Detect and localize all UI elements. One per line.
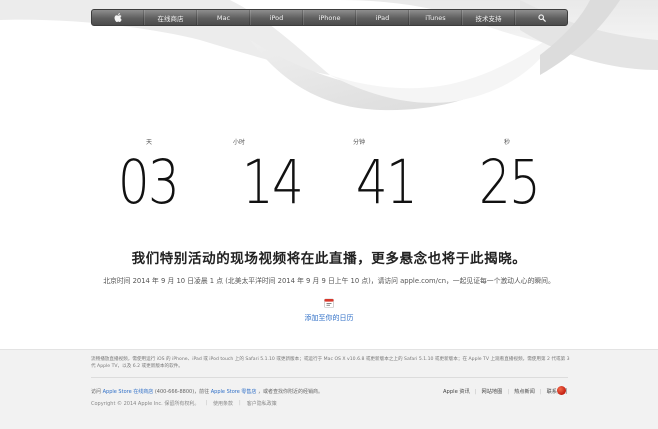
nav-ipad[interactable]: iPad xyxy=(356,10,409,25)
footer-link-sitemap[interactable]: 网站地图 xyxy=(482,388,503,395)
footer-separator: | xyxy=(539,388,542,395)
countdown-timer: 天 03 小时 14 分钟 41 秒 25 xyxy=(0,138,658,228)
footer-prefix: 访问 xyxy=(91,389,102,395)
footer-separator: | xyxy=(474,388,477,395)
add-to-calendar-link[interactable]: 添加至你的日历 xyxy=(0,313,658,323)
footer-suffix: ，或者查找你附近的经销商。 xyxy=(258,389,324,395)
countdown-minutes: 分钟 41 xyxy=(345,138,427,218)
footer-link-news[interactable]: Apple 资讯 xyxy=(443,388,470,395)
nav-ipod[interactable]: iPod xyxy=(250,10,303,25)
countdown-minutes-value: 41 xyxy=(355,147,418,218)
global-nav: 在线商店 Mac iPod iPhone iPad iTunes 技术支持 xyxy=(91,9,568,26)
footer-link-hot-news[interactable]: 热点新闻 xyxy=(514,388,535,395)
footer-privacy-link[interactable]: 客户隐私政策 xyxy=(247,400,277,407)
countdown-hours-value: 14 xyxy=(241,147,304,218)
footer-separator: | xyxy=(205,400,208,406)
nav-support[interactable]: 技术支持 xyxy=(462,10,515,25)
calendar-icon[interactable] xyxy=(324,298,334,308)
footer-terms-link[interactable]: 使用条款 xyxy=(213,400,233,407)
countdown-days-value: 03 xyxy=(117,147,180,218)
nav-itunes[interactable]: iTunes xyxy=(409,10,462,25)
countdown-hours: 小时 14 xyxy=(231,138,313,218)
countdown-seconds-value: 25 xyxy=(478,147,541,218)
event-headline: 我们特别活动的现场视频将在此直播，更多悬念也将于此揭晓。 xyxy=(131,251,527,267)
footer-retail-link[interactable]: Apple Store 零售店 xyxy=(211,389,257,395)
footer: 流畅播放直播视频，需使用运行 iOS 的 iPhone、iPad 或 iPod … xyxy=(0,349,658,429)
footer-divider xyxy=(91,377,568,378)
nav-iphone[interactable]: iPhone xyxy=(303,10,356,25)
footer-store-link[interactable]: Apple Store 在线商店 xyxy=(103,389,154,395)
apple-logo-icon xyxy=(114,13,122,22)
countdown-days: 天 03 xyxy=(107,138,189,218)
nav-store[interactable]: 在线商店 xyxy=(144,10,197,25)
footer-legal: Copyright © 2014 Apple Inc. 保留所有权利。 | 使用… xyxy=(91,400,277,407)
footer-separator: | xyxy=(239,400,241,406)
nav-apple-logo[interactable] xyxy=(92,10,144,25)
footer-store-info: 访问 Apple Store 在线商店 (400-666-8800)，前往 Ap… xyxy=(91,388,323,395)
footer-separator: | xyxy=(507,388,510,395)
search-icon xyxy=(537,13,546,22)
countdown-seconds: 秒 25 xyxy=(468,138,550,218)
event-subline: 北京时间 2014 年 9 月 10 日凌晨 1 点 (北美太平洋时间 2014… xyxy=(103,277,555,285)
footer-right-links: Apple 资讯 | 网站地图 | 热点新闻 | 联系我们 xyxy=(443,388,567,396)
footer-middle: (400-666-8800)，前往 xyxy=(154,389,210,395)
china-flag-icon[interactable] xyxy=(557,386,566,395)
nav-mac[interactable]: Mac xyxy=(197,10,250,25)
nav-search[interactable] xyxy=(515,10,567,25)
footer-footnote: 流畅播放直播视频，需使用运行 iOS 的 iPhone、iPad 或 iPod … xyxy=(91,357,570,369)
footer-copyright: Copyright © 2014 Apple Inc. 保留所有权利。 xyxy=(91,401,200,407)
